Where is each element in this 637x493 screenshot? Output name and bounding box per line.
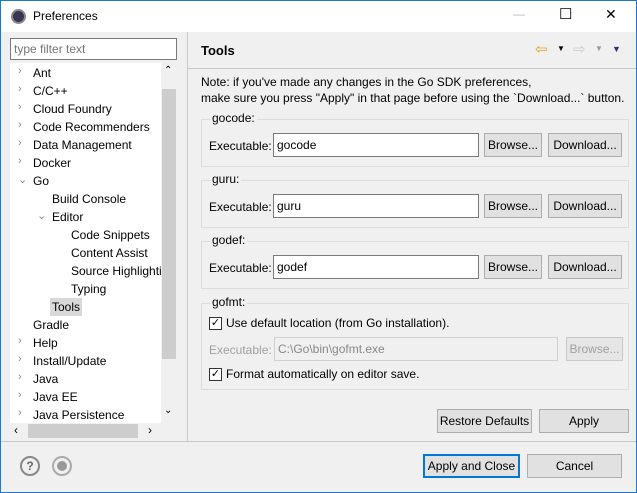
- expand-arrow-icon[interactable]: ⌄: [37, 209, 46, 222]
- forward-icon[interactable]: ⇨: [573, 40, 586, 58]
- tree-item[interactable]: Cloud Foundry: [33, 100, 112, 118]
- tree-vscrollbar[interactable]: ⌃ ⌄: [161, 63, 177, 423]
- tree-item[interactable]: C/C++: [33, 82, 68, 100]
- tree-item[interactable]: Go: [33, 172, 49, 190]
- tool-group: gocode: Executable: gocode Browse... Dow…: [201, 111, 629, 167]
- executable-input[interactable]: guru: [273, 194, 479, 218]
- tree-item[interactable]: Java Persistence: [33, 406, 124, 424]
- tree-item[interactable]: Install/Update: [33, 352, 106, 370]
- download-button[interactable]: Download...: [548, 194, 622, 218]
- app-icon: [11, 9, 26, 24]
- expand-arrow-icon[interactable]: ›: [18, 65, 22, 77]
- gofmt-executable-label: Executable:: [209, 343, 272, 357]
- browse-button[interactable]: Browse...: [484, 133, 542, 157]
- executable-input[interactable]: godef: [273, 255, 479, 279]
- tree-item[interactable]: Source Highlighting: [71, 262, 175, 280]
- maximize-button[interactable]: ☐: [559, 5, 572, 23]
- help-icon[interactable]: ?: [20, 456, 40, 476]
- tool-group: godef: Executable: godef Browse... Downl…: [201, 233, 629, 289]
- scroll-down-icon[interactable]: ⌄: [164, 405, 172, 416]
- tree-item[interactable]: Data Management: [33, 136, 132, 154]
- gofmt-browse-button[interactable]: Browse...: [566, 337, 623, 361]
- back-menu-icon[interactable]: ▼: [557, 44, 565, 53]
- executable-label: Executable:: [209, 139, 272, 153]
- sash[interactable]: [187, 32, 188, 441]
- expand-arrow-icon[interactable]: ›: [18, 407, 22, 419]
- group-label: guru:: [210, 172, 242, 186]
- hscroll-thumb[interactable]: [28, 424, 138, 438]
- tree-item[interactable]: Tools: [50, 298, 83, 316]
- record-icon[interactable]: [52, 456, 72, 476]
- apply-button[interactable]: Apply: [539, 409, 629, 433]
- expand-arrow-icon[interactable]: ⌄: [18, 173, 27, 186]
- title-bar: Preferences — ☐ ✕: [1, 1, 636, 32]
- expand-arrow-icon[interactable]: ›: [18, 353, 22, 365]
- close-button[interactable]: ✕: [605, 6, 617, 23]
- filter-input[interactable]: [10, 38, 177, 60]
- tree-item[interactable]: Typing: [71, 280, 106, 298]
- expand-arrow-icon[interactable]: ›: [18, 155, 22, 167]
- page-title: Tools: [201, 43, 235, 58]
- minimize-button[interactable]: —: [513, 7, 525, 21]
- scroll-right-icon: ›: [148, 423, 152, 437]
- use-default-label: Use default location (from Go installati…: [226, 316, 450, 330]
- preferences-window: Preferences — ☐ ✕ › Ant › C/C++ › Cloud Found…: [0, 0, 637, 493]
- apply-and-close-button[interactable]: Apply and Close: [423, 454, 520, 478]
- tree-item[interactable]: Docker: [33, 154, 71, 172]
- tree-hscrollbar[interactable]: ‹ ›: [10, 423, 177, 439]
- preference-tree: › Ant › C/C++ › Cloud Foundry › Code Recommende…: [10, 63, 177, 439]
- tree-item[interactable]: Help: [33, 334, 58, 352]
- cancel-button[interactable]: Cancel: [527, 454, 622, 478]
- window-title: Preferences: [33, 9, 98, 23]
- view-menu-icon[interactable]: ▼: [612, 44, 621, 54]
- expand-arrow-icon[interactable]: ›: [18, 389, 22, 401]
- gofmt-group: gofmt: ✓ Use default location (from Go i…: [201, 295, 629, 390]
- note-line-2: make sure you press "Apply" in that page…: [201, 91, 625, 105]
- footer-divider: [1, 441, 636, 442]
- scroll-thumb[interactable]: [162, 89, 176, 359]
- group-label: godef:: [210, 233, 248, 247]
- download-button[interactable]: Download...: [548, 133, 622, 157]
- back-icon[interactable]: ⇦: [535, 40, 548, 58]
- tool-group: guru: Executable: guru Browse... Downloa…: [201, 172, 629, 228]
- executable-label: Executable:: [209, 261, 272, 275]
- tree-item[interactable]: Ant: [33, 64, 51, 82]
- header-divider: [188, 68, 636, 69]
- tree-item[interactable]: Gradle: [33, 316, 69, 334]
- download-button[interactable]: Download...: [548, 255, 622, 279]
- expand-arrow-icon[interactable]: ›: [18, 119, 22, 131]
- tree-item[interactable]: Java: [33, 370, 58, 388]
- expand-arrow-icon[interactable]: ›: [18, 335, 22, 347]
- gofmt-group-label: gofmt:: [210, 295, 248, 309]
- browse-button[interactable]: Browse...: [484, 255, 542, 279]
- gofmt-executable-input[interactable]: C:\Go\bin\gofmt.exe: [274, 337, 558, 361]
- tree-item[interactable]: Code Recommenders: [33, 118, 150, 136]
- tree-item[interactable]: Build Console: [52, 190, 126, 208]
- scroll-up-icon[interactable]: ⌃: [164, 65, 172, 76]
- executable-input[interactable]: gocode: [273, 133, 479, 157]
- restore-defaults-button[interactable]: Restore Defaults: [437, 409, 532, 433]
- expand-arrow-icon[interactable]: ›: [18, 101, 22, 113]
- browse-button[interactable]: Browse...: [484, 194, 542, 218]
- tree-item[interactable]: Content Assist: [71, 244, 148, 262]
- expand-arrow-icon[interactable]: ›: [18, 137, 22, 149]
- expand-arrow-icon[interactable]: ›: [18, 371, 22, 383]
- use-default-checkbox[interactable]: ✓: [209, 317, 222, 330]
- note-line-1: Note: if you've made any changes in the …: [201, 75, 532, 89]
- expand-arrow-icon[interactable]: ›: [18, 83, 22, 95]
- executable-label: Executable:: [209, 200, 272, 214]
- format-auto-label: Format automatically on editor save.: [226, 367, 420, 381]
- group-label: gocode:: [210, 111, 257, 125]
- tree-item[interactable]: Editor: [52, 208, 83, 226]
- tree-item[interactable]: Code Snippets: [71, 226, 150, 244]
- scroll-left-icon: ‹: [14, 423, 18, 437]
- format-auto-checkbox[interactable]: ✓: [209, 368, 222, 381]
- tree-item[interactable]: Java EE: [33, 388, 78, 406]
- forward-menu-icon[interactable]: ▼: [595, 44, 603, 53]
